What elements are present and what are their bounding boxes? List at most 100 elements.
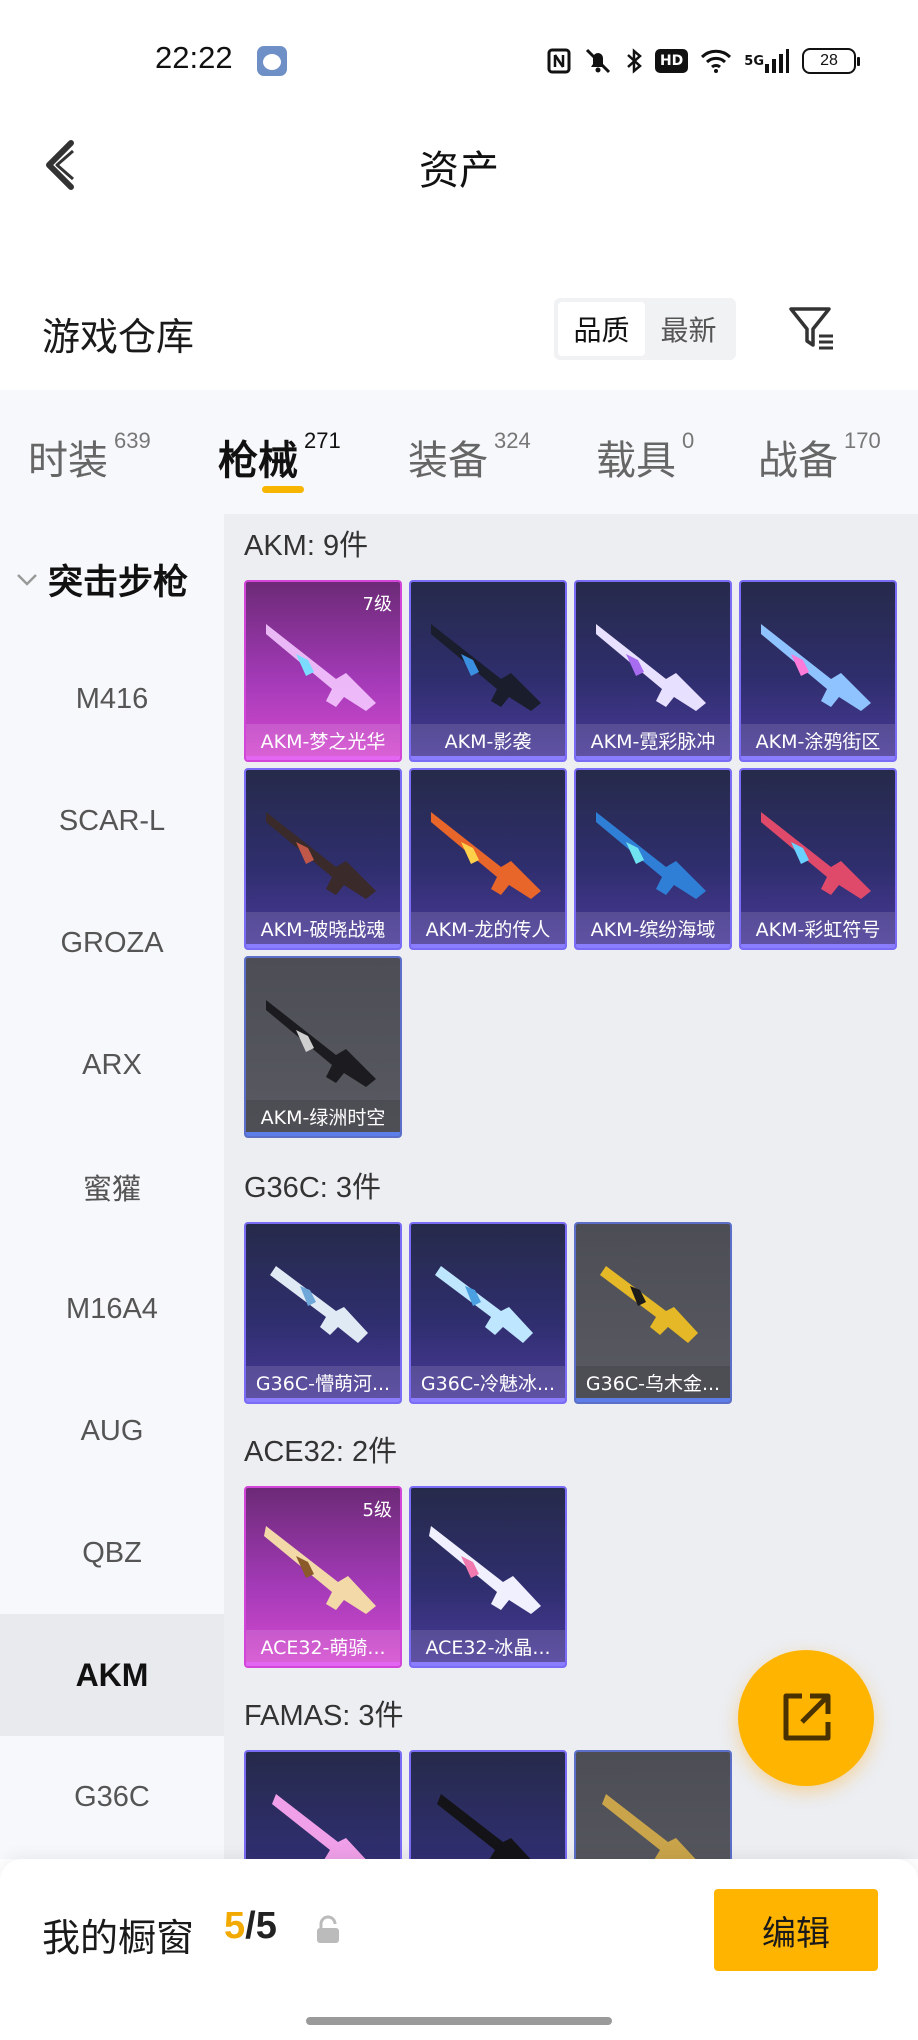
network-label: 5G: [744, 53, 764, 69]
skin-name: G36C-冷魅冰...: [411, 1366, 565, 1402]
gun-icon: [264, 1526, 376, 1614]
gun-icon: [437, 1794, 531, 1859]
tab-count: 324: [494, 428, 531, 453]
tab-label: 装备: [408, 438, 488, 484]
skin-card[interactable]: AKM-龙的传人: [409, 768, 567, 950]
sort-quality-option[interactable]: 品质: [558, 302, 645, 356]
skin-card[interactable]: AKM-缤纷海域: [574, 768, 732, 950]
skin-card[interactable]: AKM-绿洲时空: [244, 956, 402, 1138]
edit-button[interactable]: 编辑: [714, 1889, 878, 1971]
section-title-ace32: ACE32: 2件: [244, 1436, 398, 1468]
skin-name: AKM-梦之光华: [246, 724, 400, 760]
skin-card[interactable]: G36C-冷魅冰...: [409, 1222, 567, 1404]
showcase-count: 5/5: [224, 1905, 277, 1948]
sidebar-item-m416[interactable]: M416: [0, 638, 224, 760]
page-title: 资产: [419, 148, 499, 194]
skin-name: AKM-绿洲时空: [246, 1100, 400, 1136]
sidebar-item-qbz[interactable]: QBZ: [0, 1492, 224, 1614]
sidebar-item-groza[interactable]: GROZA: [0, 882, 224, 1004]
sidebar-item-g36c[interactable]: G36C: [0, 1736, 224, 1858]
lock-icon: [317, 1915, 339, 1943]
tab-count: 0: [682, 428, 695, 453]
5g-signal-icon: 5G: [744, 46, 790, 76]
gun-icon: [596, 624, 706, 711]
skin-level-badge: 7级: [362, 594, 392, 615]
skin-level-badge: 5级: [362, 1500, 392, 1521]
skin-card[interactable]: AKM-霓彩脉冲: [574, 580, 732, 762]
skin-card[interactable]: AKM-彩虹符号: [739, 768, 897, 950]
gun-icon: [596, 812, 706, 899]
battery-indicator: 28: [802, 48, 860, 74]
skin-card[interactable]: [409, 1750, 567, 1859]
skin-card[interactable]: 7级 AKM-梦之光华: [244, 580, 402, 762]
gun-icon: [761, 624, 871, 711]
tab-fashion[interactable]: 时装 639: [28, 428, 151, 488]
gun-icon: [266, 812, 376, 899]
skin-name: ACE32-冰晶...: [411, 1630, 565, 1666]
sidebar-group-label: 突击步枪: [48, 563, 189, 603]
tab-guns[interactable]: 枪械 271: [218, 428, 341, 488]
showcase-max: 5: [255, 1905, 277, 1947]
tab-count: 639: [114, 428, 151, 453]
filter-button[interactable]: [784, 300, 840, 356]
warehouse-title: 游戏仓库: [42, 315, 195, 359]
bluetooth-icon: [625, 46, 643, 76]
skin-name: AKM-涂鸦街区: [741, 724, 895, 760]
showcase-current: 5: [224, 1905, 246, 1947]
sort-newest-option[interactable]: 最新: [645, 302, 732, 356]
app-notification-icon: [257, 46, 287, 76]
sidebar-item-aug[interactable]: AUG: [0, 1370, 224, 1492]
tab-equipment[interactable]: 装备 324: [408, 428, 531, 488]
skin-name: ACE32-萌骑...: [246, 1630, 400, 1666]
tab-count: 271: [304, 428, 341, 453]
gun-icon: [270, 1266, 368, 1343]
mute-icon: [583, 46, 613, 76]
tab-label: 时装: [28, 438, 108, 484]
share-button[interactable]: [738, 1650, 874, 1786]
tab-label: 载具: [596, 438, 676, 484]
showcase-label: 我的橱窗: [42, 1916, 195, 1960]
skin-card[interactable]: G36C-懵萌河...: [244, 1222, 402, 1404]
skin-card[interactable]: AKM-破晓战魂: [244, 768, 402, 950]
app-header: 资产: [0, 120, 918, 210]
gun-icon: [429, 1526, 541, 1614]
hd-icon: HD: [654, 49, 689, 73]
gun-icon: [435, 1266, 533, 1343]
sidebar-item-m16a4[interactable]: M16A4: [0, 1248, 224, 1370]
chevron-down-icon: [17, 573, 37, 586]
skin-card[interactable]: [574, 1750, 732, 1859]
section-title-g36c: G36C: 3件: [244, 1172, 381, 1204]
skin-name: AKM-彩虹符号: [741, 912, 895, 948]
tab-vehicles[interactable]: 载具 0: [596, 428, 694, 488]
gun-icon: [266, 1000, 376, 1087]
wifi-icon: [700, 46, 732, 76]
skin-card[interactable]: ACE32-冰晶...: [409, 1486, 567, 1668]
home-indicator[interactable]: [306, 2017, 612, 2025]
skin-card[interactable]: [244, 1750, 402, 1859]
showcase-separator: /: [245, 1905, 256, 1947]
status-icons: HD 5G 28: [547, 46, 860, 76]
gun-icon: [266, 624, 376, 711]
section-title-akm: AKM: 9件: [244, 530, 369, 562]
skin-card[interactable]: G36C-乌木金...: [574, 1222, 732, 1404]
skin-name: AKM-破晓战魂: [246, 912, 400, 948]
gun-icon: [431, 812, 541, 899]
tab-supplies[interactable]: 战备 170: [758, 428, 881, 488]
skin-card[interactable]: AKM-涂鸦街区: [739, 580, 897, 762]
tab-label: 枪械: [218, 438, 298, 484]
sidebar-item-akm[interactable]: AKM: [0, 1614, 224, 1736]
showcase-bar: 我的橱窗 5/5 编辑: [0, 1859, 918, 2040]
tab-label: 战备: [758, 438, 838, 484]
gun-icon: [761, 812, 871, 899]
skin-card[interactable]: AKM-影袭: [409, 580, 567, 762]
external-link-icon: [783, 1693, 831, 1741]
skin-card[interactable]: 5级 ACE32-萌骑...: [244, 1486, 402, 1668]
sidebar-group-assault-rifles[interactable]: 突击步枪: [16, 554, 188, 605]
skin-name: G36C-懵萌河...: [246, 1366, 400, 1402]
skin-name: AKM-霓彩脉冲: [576, 724, 730, 760]
sidebar-item-arx[interactable]: ARX: [0, 1004, 224, 1126]
sidebar-item-scar-l[interactable]: SCAR-L: [0, 760, 224, 882]
skin-name: G36C-乌木金...: [576, 1366, 730, 1402]
status-time: 22:22: [155, 40, 233, 75]
sidebar-item-honey-badger[interactable]: 蜜獾: [0, 1126, 224, 1248]
